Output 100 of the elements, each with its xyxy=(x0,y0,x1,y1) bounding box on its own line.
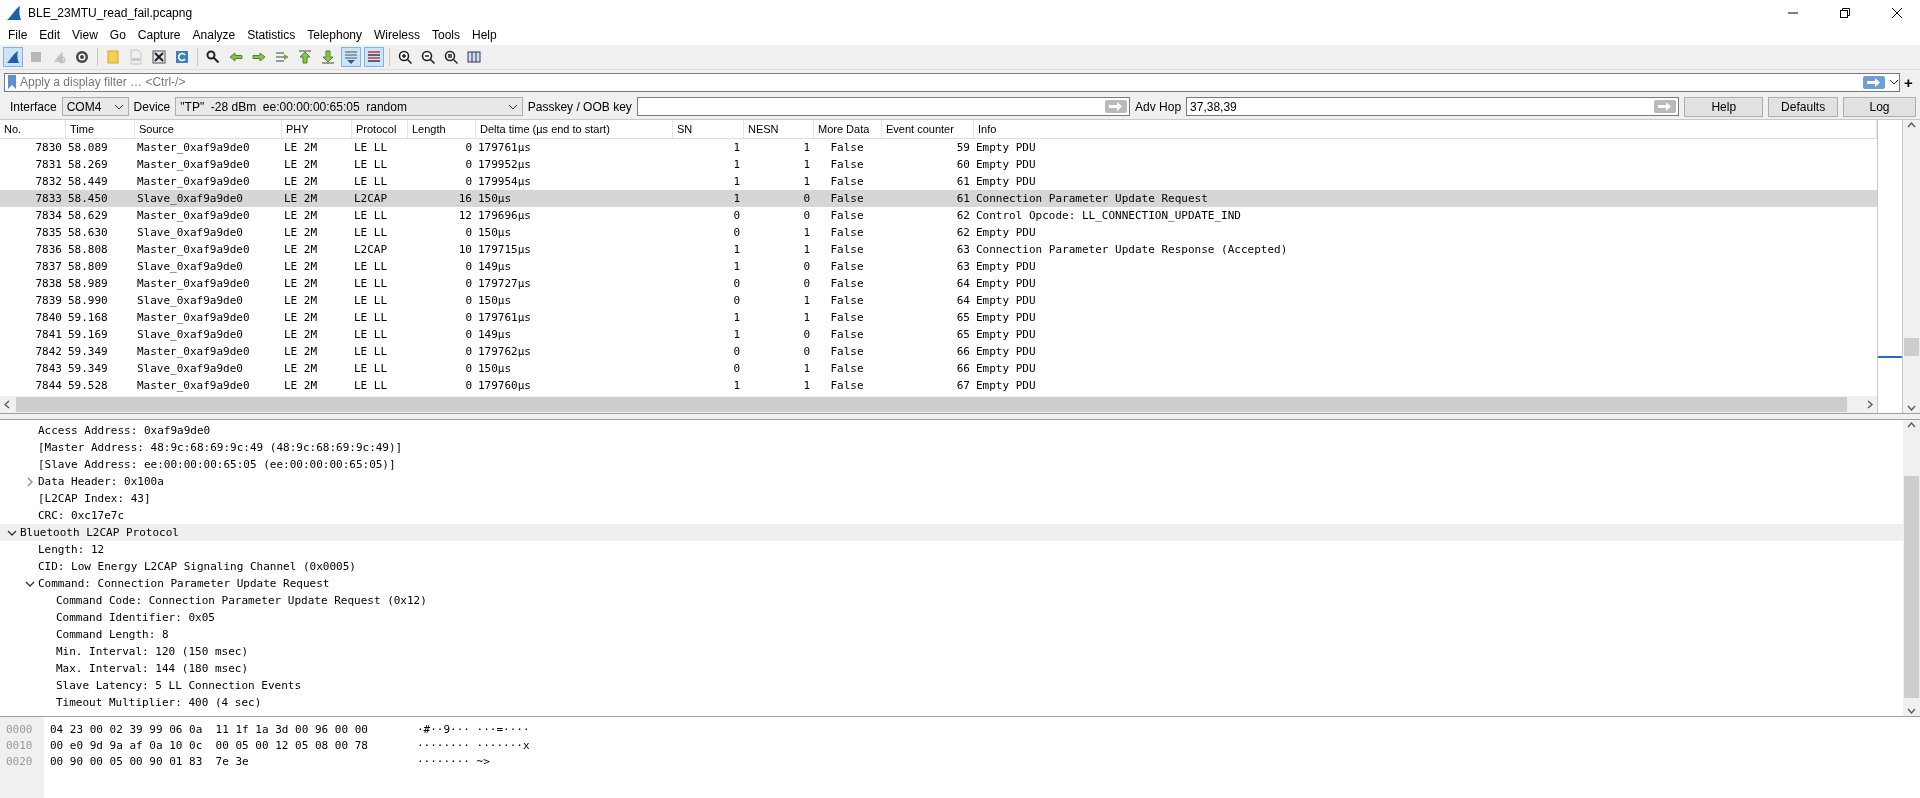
tree-row[interactable]: [Master Address: 48:9c:68:69:9c:49 (48:9c:68:69:9c:49)] xyxy=(0,439,1903,456)
add-filter-button[interactable]: + xyxy=(1904,73,1916,91)
tree-row[interactable]: Timeout Multiplier: 400 (4 sec) xyxy=(0,694,1903,711)
table-cell-text: LE 2M xyxy=(283,158,319,171)
tree-row[interactable]: Command Length: 8 xyxy=(0,626,1903,643)
table-cell-text: Master_0xaf9a9de0 xyxy=(136,158,251,171)
capture-button[interactable]: Log xyxy=(1843,96,1916,117)
vertical-scrollbar[interactable] xyxy=(1903,420,1920,716)
packet-row[interactable]: 7831 58.269 Master_0xaf9a9de0 LE 2M LE LL 0 179952µs 1 1 False 60 Empty PDU xyxy=(0,156,1877,173)
column-header[interactable]: Time xyxy=(66,120,135,138)
scrollbar-thumb[interactable] xyxy=(1904,476,1919,698)
tree-row[interactable]: Max. Interval: 144 (180 msec) xyxy=(0,660,1903,677)
table-cell-text: Empty PDU xyxy=(975,345,1037,358)
table-cell-text: Slave_0xaf9a9de0 xyxy=(136,328,244,341)
packet-row[interactable]: 7836 58.808 Master_0xaf9a9de0 LE 2M L2CAP 10 179715µs 1 1 False 63 Connection Parameter Update Response (Accepted) xyxy=(0,241,1877,258)
packet-row[interactable]: 7838 58.989 Master_0xaf9a9de0 LE 2M LE LL 0 179727µs 0 0 False 64 Empty PDU xyxy=(0,275,1877,292)
packet-row[interactable]: 7833 58.450 Slave_0xaf9a9de0 LE 2M L2CAP 16 150µs 1 0 False 61 Connection Parameter Update Request xyxy=(0,190,1877,207)
tree-row[interactable]: CID: Low Energy L2CAP Signaling Channel (0x0005) xyxy=(0,558,1903,575)
tree-row[interactable]: Access Address: 0xaf9a9de0 xyxy=(0,422,1903,439)
menu-item[interactable]: Wireless xyxy=(368,28,426,42)
table-cell-text: 1 xyxy=(732,158,741,171)
display-filter-box[interactable]: Apply a display filter … <Ctrl-/> xyxy=(4,72,1900,92)
column-header[interactable]: Delta time (µs end to start) xyxy=(476,120,673,138)
tree-row[interactable]: Command: Connection Parameter Update Request xyxy=(0,575,1903,592)
column-header[interactable]: Protocol xyxy=(352,120,408,138)
menu-item[interactable]: View xyxy=(66,28,104,42)
table-cell-text: False xyxy=(829,328,865,341)
table-cell-text: 179762µs xyxy=(477,345,532,358)
scrollbar-thumb[interactable] xyxy=(1904,338,1919,356)
packet-row[interactable]: 7839 58.990 Slave_0xaf9a9de0 LE 2M LE LL 0 150µs 0 1 False 64 Empty PDU xyxy=(0,292,1877,309)
menu-item[interactable]: Capture xyxy=(131,28,187,42)
tree-row[interactable]: [L2CAP Index: 43] xyxy=(0,490,1903,507)
menu-item[interactable]: Telephony xyxy=(301,28,368,42)
file-icon xyxy=(128,49,144,65)
tree-row[interactable]: Command Identifier: 0x05 xyxy=(0,609,1903,626)
column-header[interactable]: No. xyxy=(0,120,66,138)
device-select[interactable]: "TP" -28 dBm ee:00:00:00:65:05 random xyxy=(175,97,523,116)
interface-select[interactable]: COM4 xyxy=(61,97,129,116)
chevron-right-icon[interactable] xyxy=(25,476,35,487)
menu-item[interactable]: Go xyxy=(103,28,132,42)
column-header[interactable]: Length xyxy=(408,120,476,138)
window-title: BLE_23MTU_read_fail.pcapng xyxy=(28,5,194,20)
table-cell-text: 58.630 xyxy=(67,226,109,239)
tree-row[interactable]: Slave Latency: 5 LL Connection Events xyxy=(0,677,1903,694)
vertical-scrollbar[interactable] xyxy=(1903,120,1920,413)
table-cell-text: 60 xyxy=(955,158,971,171)
table-cell-text: 0 xyxy=(464,260,473,273)
gear-icon xyxy=(74,49,90,65)
menu-item[interactable]: Statistics xyxy=(241,28,302,42)
adv-hop-field[interactable]: 37,38,39 xyxy=(1186,97,1680,116)
tree-row[interactable]: Min. Interval: 120 (150 msec) xyxy=(0,643,1903,660)
table-cell-text: 7840 xyxy=(34,311,63,324)
table-cell-text: LE LL xyxy=(353,158,389,171)
toolbar-button[interactable] xyxy=(149,47,169,67)
column-header[interactable]: PHY xyxy=(282,120,352,138)
packet-row[interactable]: 7837 58.809 Slave_0xaf9a9de0 LE 2M LE LL 0 149µs 1 0 False 63 Empty PDU xyxy=(0,258,1877,275)
table-cell-text: 1 xyxy=(802,243,811,256)
column-header[interactable]: Source xyxy=(135,120,282,138)
menu-item[interactable]: Tools xyxy=(426,28,466,42)
table-cell-text: Master_0xaf9a9de0 xyxy=(136,311,251,324)
tree-row[interactable]: [Slave Address: ee:00:00:00:65:05 (ee:00:00:00:65:05)] xyxy=(0,456,1903,473)
packet-row[interactable]: 7840 59.168 Master_0xaf9a9de0 LE 2M LE LL 0 179761µs 1 1 False 65 Empty PDU xyxy=(0,309,1877,326)
passkey-field[interactable] xyxy=(636,97,1131,116)
table-cell-text: 0 xyxy=(732,277,741,290)
tree-row[interactable]: CRC: 0xc17e7c xyxy=(0,507,1903,524)
table-cell-text: 0 xyxy=(802,277,811,290)
menu-item[interactable]: File xyxy=(2,28,34,42)
packet-row[interactable]: 7844 59.528 Master_0xaf9a9de0 LE 2M LE LL 0 179760µs 1 1 False 67 Empty PDU xyxy=(0,377,1877,394)
packet-row[interactable]: 7841 59.169 Slave_0xaf9a9de0 LE 2M LE LL 0 149µs 1 0 False 65 Empty PDU xyxy=(0,326,1877,343)
column-header[interactable]: Event counter xyxy=(882,120,974,138)
caret-icon xyxy=(113,103,124,110)
table-cell-text: False xyxy=(829,175,865,188)
column-header[interactable]: SN xyxy=(673,120,744,138)
tree-row[interactable]: Data Header: 0x100a xyxy=(0,473,1903,490)
table-cell-text: False xyxy=(829,226,865,239)
capture-button[interactable]: Defaults xyxy=(1768,96,1839,117)
packet-row[interactable]: 7835 58.630 Slave_0xaf9a9de0 LE 2M LE LL 0 150µs 0 1 False 62 Empty PDU xyxy=(0,224,1877,241)
capture-button[interactable]: Help xyxy=(1684,96,1764,117)
reload-icon xyxy=(174,49,190,65)
table-cell-text: 66 xyxy=(955,362,971,375)
packet-row[interactable]: 7842 59.349 Master_0xaf9a9de0 LE 2M LE LL 0 179762µs 0 0 False 66 Empty PDU xyxy=(0,343,1877,360)
packet-row[interactable]: 7832 58.449 Master_0xaf9a9de0 LE 2M LE LL 0 179954µs 1 1 False 61 Empty PDU xyxy=(0,173,1877,190)
packet-row[interactable]: 7843 59.349 Slave_0xaf9a9de0 LE 2M LE LL 0 150µs 0 1 False 66 Empty PDU xyxy=(0,360,1877,377)
packet-row[interactable]: 7834 58.629 Master_0xaf9a9de0 LE 2M LE LL 12 179696µs 0 0 False 62 Control Opcode: LL_CONNECTION_UPDATE_IND xyxy=(0,207,1877,224)
colored-lines-icon xyxy=(366,49,382,65)
down-arrow-icon xyxy=(320,49,336,65)
menu-item[interactable]: Help xyxy=(466,28,503,42)
autoscroll-icon xyxy=(343,49,359,65)
menu-item[interactable]: Analyze xyxy=(186,28,242,42)
menu-item[interactable]: Edit xyxy=(33,28,67,42)
table-cell-text: False xyxy=(829,294,865,307)
table-cell-text: Slave_0xaf9a9de0 xyxy=(136,192,244,205)
tree-row[interactable]: Command Code: Connection Parameter Update Request (0x12) xyxy=(0,592,1903,609)
table-cell-text: Master_0xaf9a9de0 xyxy=(136,345,251,358)
packet-row[interactable]: 7830 58.089 Master_0xaf9a9de0 LE 2M LE LL 0 179761µs 1 1 False 59 Empty PDU xyxy=(0,139,1877,156)
tree-row[interactable]: Bluetooth L2CAP Protocol xyxy=(0,524,1903,541)
tree-row[interactable]: Length: 12 xyxy=(0,541,1903,558)
column-header[interactable]: More Data xyxy=(814,120,882,138)
table-cell-text: 179715µs xyxy=(477,243,532,256)
column-header[interactable]: NESN xyxy=(744,120,814,138)
